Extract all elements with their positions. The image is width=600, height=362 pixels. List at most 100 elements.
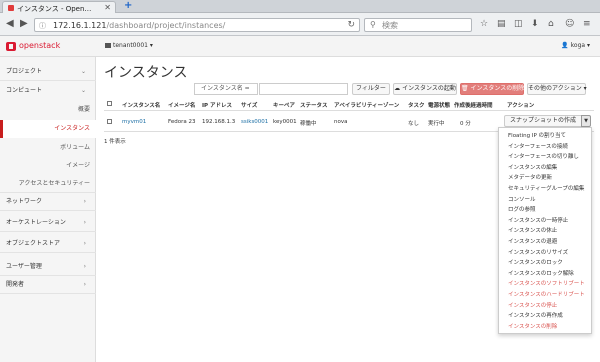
sidebar-item-orchestration[interactable]: オーケストレーション ›	[0, 214, 96, 232]
col-actions: アクション	[507, 103, 535, 109]
chevron-right-icon: ›	[83, 263, 86, 270]
sidebar-item-user-admin[interactable]: ユーザー管理 ›	[0, 258, 96, 276]
back-icon[interactable]: ◀	[6, 19, 14, 29]
col-power[interactable]: 電源状態	[428, 101, 450, 109]
browser-nav-bar: ◀ ▶ ⓘ 172.16.1.121/dashboard/project/ins…	[0, 13, 600, 36]
menu-item[interactable]: インターフェースの切り離し	[508, 152, 579, 160]
forward-icon[interactable]: ▶	[20, 19, 28, 29]
chevron-right-icon: ›	[83, 281, 86, 288]
col-task[interactable]: タスク	[408, 101, 425, 109]
menu-item[interactable]: インスタンスのハードリブート	[508, 290, 585, 298]
menu-item[interactable]: インスタンスの再作成	[508, 311, 563, 319]
more-actions-button[interactable]: その他のアクション ▾	[527, 83, 587, 95]
row-checkbox[interactable]	[107, 119, 112, 124]
openstack-favicon-icon	[8, 5, 14, 11]
sidebar-item-project[interactable]: プロジェクト ⌄	[0, 63, 96, 81]
menu-item[interactable]: ログの参照	[508, 205, 536, 213]
page-title: インスタンス	[104, 65, 188, 81]
filter-button[interactable]: フィルター	[352, 83, 390, 95]
col-ip[interactable]: IP アドレス	[202, 101, 232, 109]
browser-search-bar[interactable]: ⚲	[364, 18, 472, 32]
chevron-right-icon: ›	[83, 240, 86, 247]
menu-item[interactable]: インスタンスのソフトリブート	[508, 279, 585, 287]
menu-item[interactable]: インスタンスの一時停止	[508, 216, 568, 224]
delete-instances-button[interactable]: 🗑 インスタンスの削除	[460, 83, 524, 95]
project-icon	[105, 43, 111, 48]
launch-instance-button[interactable]: ☁ インスタンスの起動	[393, 83, 457, 95]
sidebar-item-images[interactable]: イメージ	[0, 157, 96, 175]
cell-status: 稼働中	[300, 121, 317, 127]
user-menu[interactable]: 👤 koga ▾	[561, 42, 590, 49]
sidebar-item-access-security[interactable]: アクセスとセキュリティー	[0, 175, 96, 193]
logo-text[interactable]: openstack	[19, 41, 60, 50]
url-text[interactable]: 172.16.1.121/dashboard/project/instances…	[53, 21, 225, 30]
sidebar: プロジェクト ⌄ コンピュート ⌄ 概要 インスタンス ボリューム イメージ アクセ…	[0, 57, 96, 362]
create-snapshot-button[interactable]: スナップショットの作成	[504, 115, 582, 127]
download-icon[interactable]: ⬇	[531, 19, 539, 29]
info-icon[interactable]: ⓘ	[39, 21, 46, 31]
instance-name-link[interactable]: myvm01	[122, 119, 146, 125]
chevron-right-icon: ›	[83, 219, 86, 226]
col-age[interactable]: 作成後経過時間	[454, 101, 493, 109]
cell-az: nova	[334, 119, 348, 125]
browser-tab-bar: インスタンス - Open… ✕ +	[0, 0, 600, 13]
bookmark-star-icon[interactable]: ☆	[480, 19, 488, 29]
table-header: インスタンス名 イメージ名 IP アドレス サイズ キーペア ステータス アベイ…	[104, 97, 594, 111]
search-icon: ⚲	[370, 20, 376, 29]
url-bar[interactable]: ⓘ 172.16.1.121/dashboard/project/instanc…	[34, 18, 360, 32]
chevron-down-icon: ⌄	[80, 87, 86, 94]
menu-icon[interactable]: ≡	[583, 19, 591, 29]
sidebar-item-overview[interactable]: 概要	[0, 101, 96, 119]
menu-item[interactable]: インスタンスのロック	[508, 258, 563, 266]
browser-tab[interactable]: インスタンス - Open… ✕	[2, 1, 116, 13]
sidebar-item-compute[interactable]: コンピュート ⌄	[0, 82, 96, 100]
menu-item[interactable]: インスタンスの削除	[508, 322, 557, 330]
reload-icon[interactable]: ↻	[347, 20, 355, 30]
actions-dropdown-toggle[interactable]: ▼	[581, 115, 591, 127]
pocket-icon[interactable]: ◫	[514, 19, 523, 29]
new-tab-button[interactable]: +	[124, 1, 132, 11]
sidebar-item-instances[interactable]: インスタンス	[0, 120, 96, 138]
col-size[interactable]: サイズ	[241, 101, 257, 109]
chat-icon[interactable]: ☺	[565, 19, 574, 29]
menu-item[interactable]: インスタンスのリサイズ	[508, 248, 568, 256]
menu-item[interactable]: セキュリティーグループの編集	[508, 184, 584, 192]
menu-item[interactable]: インターフェースの接続	[508, 142, 568, 150]
openstack-logo-icon[interactable]	[6, 42, 16, 51]
cell-ip: 192.168.1.3	[202, 119, 236, 125]
menu-item[interactable]: インスタンスの停止	[508, 301, 557, 309]
sidebar-item-object-store[interactable]: オブジェクトストア ›	[0, 235, 96, 253]
cell-age: 0 分	[460, 121, 471, 127]
filter-input[interactable]	[259, 83, 348, 95]
col-keypair[interactable]: キーペア	[273, 101, 295, 109]
sidebar-item-volumes[interactable]: ボリューム	[0, 139, 96, 157]
cell-image: Fedora 23	[168, 119, 196, 125]
chevron-down-icon: ⌄	[80, 68, 86, 75]
flavor-link[interactable]: ssiks0001	[241, 119, 268, 125]
sidebar-item-network[interactable]: ネットワーク ›	[0, 193, 96, 211]
filter-field-select[interactable]: インスタンス名 =	[194, 83, 258, 95]
reading-list-icon[interactable]: ▤	[497, 19, 506, 29]
menu-item[interactable]: メタデータの更新	[508, 173, 552, 181]
project-selector[interactable]: tenant0001 ▾	[105, 42, 153, 49]
menu-item[interactable]: コンソール	[508, 195, 536, 203]
select-all-checkbox[interactable]	[107, 101, 112, 106]
row-actions-menu: Floating IP の割り当て インターフェースの接続インターフェースの切り離…	[498, 127, 592, 334]
col-az[interactable]: アベイラビリティーゾーン	[334, 101, 399, 109]
close-tab-icon[interactable]: ✕	[104, 3, 111, 12]
chevron-right-icon: ›	[83, 198, 86, 205]
sidebar-item-developer[interactable]: 開発者 ›	[0, 276, 96, 294]
col-image[interactable]: イメージ名	[168, 101, 195, 109]
menu-item[interactable]: Floating IP の割り当て	[508, 131, 566, 139]
openstack-header: openstack tenant0001 ▾ 👤 koga ▾	[0, 36, 600, 57]
menu-item[interactable]: インスタンスの退避	[508, 237, 557, 245]
cell-keypair: key0001	[273, 119, 297, 125]
col-name[interactable]: インスタンス名	[122, 101, 160, 109]
menu-item[interactable]: インスタンスの編集	[508, 163, 557, 171]
col-status[interactable]: ステータス	[300, 101, 328, 109]
home-icon[interactable]: ⌂	[548, 19, 554, 29]
cell-power: 実行中	[428, 121, 445, 127]
menu-item[interactable]: インスタンスのロック解除	[508, 269, 574, 277]
menu-item[interactable]: インスタンスの休止	[508, 226, 557, 234]
browser-search-input[interactable]	[382, 20, 468, 30]
